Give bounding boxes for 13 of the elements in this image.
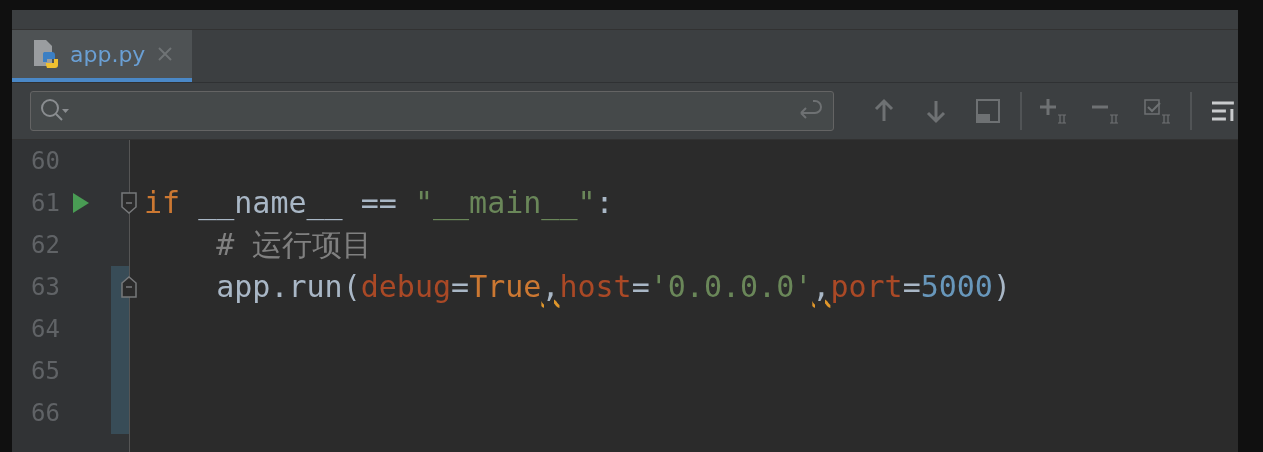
code-line: if __name__ == "__main__": xyxy=(144,186,614,220)
code-line: app.run(debug=True,host='0.0.0.0',port=5000) xyxy=(215,270,1011,304)
file-tab[interactable]: app.py xyxy=(12,30,192,82)
checkbox-selection-icon[interactable] xyxy=(1144,97,1173,125)
run-icon[interactable] xyxy=(73,193,89,213)
code-line: # 运行项目 xyxy=(215,228,373,262)
tab-label: app.py xyxy=(70,40,146,69)
close-icon[interactable] xyxy=(157,46,174,62)
window-icon[interactable] xyxy=(974,97,1003,125)
fold-icon[interactable] xyxy=(119,191,139,215)
search-field[interactable] xyxy=(30,91,835,131)
add-selection-icon[interactable] xyxy=(1040,97,1069,125)
fold-end-icon[interactable] xyxy=(119,275,139,299)
